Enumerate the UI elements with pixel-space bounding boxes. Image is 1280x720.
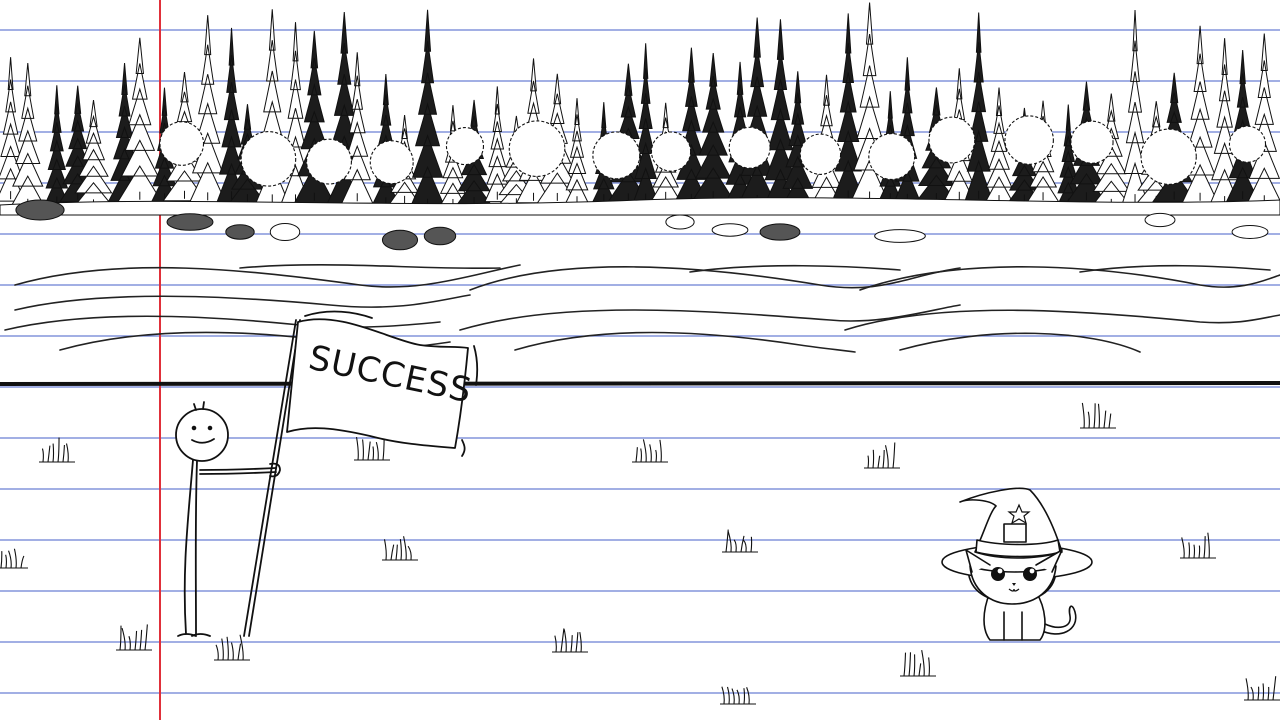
witch-hat-buckle (1003, 523, 1027, 543)
cat-face (969, 565, 1057, 605)
witch-cat (941, 487, 1093, 641)
game-scene: SUCCESS (0, 0, 1280, 720)
